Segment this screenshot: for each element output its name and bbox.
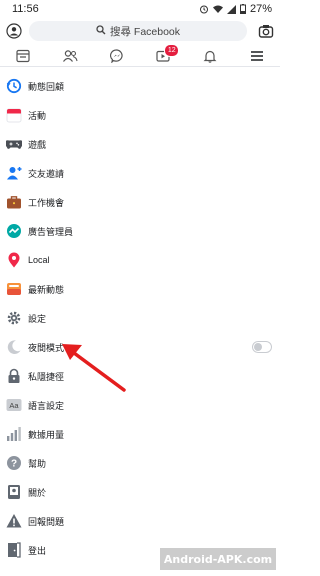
menu-item-label: 登出 [28, 545, 47, 556]
svg-text:Aa: Aa [9, 401, 19, 410]
search-row: 搜尋 Facebook [0, 20, 280, 44]
status-bar: 11:56 27% [0, 0, 280, 18]
hamburger-menu-icon [250, 50, 263, 61]
menu-item-label: 工作機會 [28, 197, 65, 208]
gaming-icon [6, 136, 22, 152]
toggle-knob [254, 343, 262, 351]
menu-item-data-usage[interactable]: 數據用量 [0, 420, 280, 448]
profile-avatar-button[interactable] [6, 23, 22, 39]
menu-item-label: 設定 [28, 313, 47, 324]
menu-item-label: 語言設定 [28, 400, 65, 411]
tab-notifications[interactable] [198, 46, 222, 66]
menu-item-label: 最新動態 [28, 284, 65, 295]
location-pin-icon [6, 252, 22, 268]
bell-icon [203, 50, 217, 63]
menu-item-label: 幫助 [28, 458, 47, 469]
signal-icon [226, 4, 236, 14]
tab-messenger[interactable] [105, 46, 129, 66]
menu-item-label: Local [28, 255, 50, 265]
menu-item-gaming[interactable]: 遊戲 [0, 130, 280, 158]
menu-item-label: 私隱捷徑 [28, 371, 65, 382]
language-icon: Aa [6, 397, 22, 413]
menu-item-label: 交友邀請 [28, 168, 65, 179]
messenger-icon [109, 48, 123, 63]
search-input[interactable]: 搜尋 Facebook [29, 21, 247, 41]
menu-item-events[interactable]: 活動 [0, 101, 280, 129]
menu-item-memories[interactable]: 動態回顧 [0, 72, 280, 100]
jobs-icon [6, 194, 22, 210]
camera-icon [258, 25, 274, 38]
wifi-icon [212, 4, 223, 14]
menu-item-most-recent[interactable]: 最新動態 [0, 275, 280, 303]
menu-item-label: 動態回顧 [28, 81, 65, 92]
tab-menu[interactable] [245, 46, 269, 66]
tab-watch[interactable]: 12 [151, 43, 180, 66]
watch-notification-badge: 12 [164, 43, 180, 57]
settings-icon [6, 310, 22, 326]
menu-item-label: 數據用量 [28, 429, 65, 440]
menu-item-label: 關於 [28, 487, 47, 498]
menu-item-language[interactable]: Aa 語言設定 [0, 391, 280, 419]
search-icon [96, 24, 106, 38]
menu-item-help[interactable]: ? 幫助 [0, 449, 280, 477]
menu-item-label: 夜間模式 [28, 342, 65, 353]
news-feed-icon [16, 49, 30, 62]
friends-icon [63, 49, 78, 62]
tab-friends[interactable] [58, 46, 82, 66]
dark-mode-toggle[interactable] [252, 341, 272, 353]
menu-item-label: 活動 [28, 110, 47, 121]
tab-bar: 12 [0, 43, 280, 67]
help-icon: ? [6, 455, 22, 471]
menu-item-settings[interactable]: 設定 [0, 304, 280, 332]
menu-item-friend-requests[interactable]: 交友邀請 [0, 159, 280, 187]
report-problem-icon [6, 513, 22, 529]
search-placeholder: 搜尋 Facebook [109, 25, 181, 38]
menu-item-local[interactable]: Local [0, 246, 280, 274]
menu-item-label: 回報問題 [28, 516, 65, 527]
battery-percent: 27% [249, 3, 272, 15]
menu-item-label: 廣告管理員 [28, 226, 74, 237]
friend-requests-icon [6, 165, 22, 181]
privacy-lock-icon [6, 368, 22, 384]
menu-item-report-problem[interactable]: 回報問題 [0, 507, 280, 535]
status-time: 11:56 [12, 3, 39, 15]
log-out-icon [6, 542, 22, 558]
about-icon [6, 484, 22, 500]
battery-icon [239, 4, 246, 14]
menu-item-privacy-shortcuts[interactable]: 私隱捷徑 [0, 362, 280, 390]
menu-item-about[interactable]: 關於 [0, 478, 280, 506]
svg-text:?: ? [11, 459, 17, 470]
avatar-icon [6, 23, 22, 39]
camera-button[interactable] [258, 23, 274, 39]
memories-icon [6, 78, 22, 94]
status-icons: 27% [199, 3, 272, 15]
data-usage-icon [6, 426, 22, 442]
tab-news-feed[interactable] [11, 46, 35, 66]
watermark-logo: Android-APK.com [160, 548, 276, 570]
ads-manager-icon [6, 223, 22, 239]
menu-item-ads-manager[interactable]: 廣告管理員 [0, 217, 280, 245]
menu-item-jobs[interactable]: 工作機會 [0, 188, 280, 216]
alarm-icon [199, 4, 209, 14]
menu-item-label: 遊戲 [28, 139, 47, 150]
moon-icon [6, 339, 22, 355]
events-icon [6, 107, 22, 123]
most-recent-icon [6, 281, 22, 297]
menu-item-dark-mode[interactable]: 夜間模式 [0, 333, 280, 361]
